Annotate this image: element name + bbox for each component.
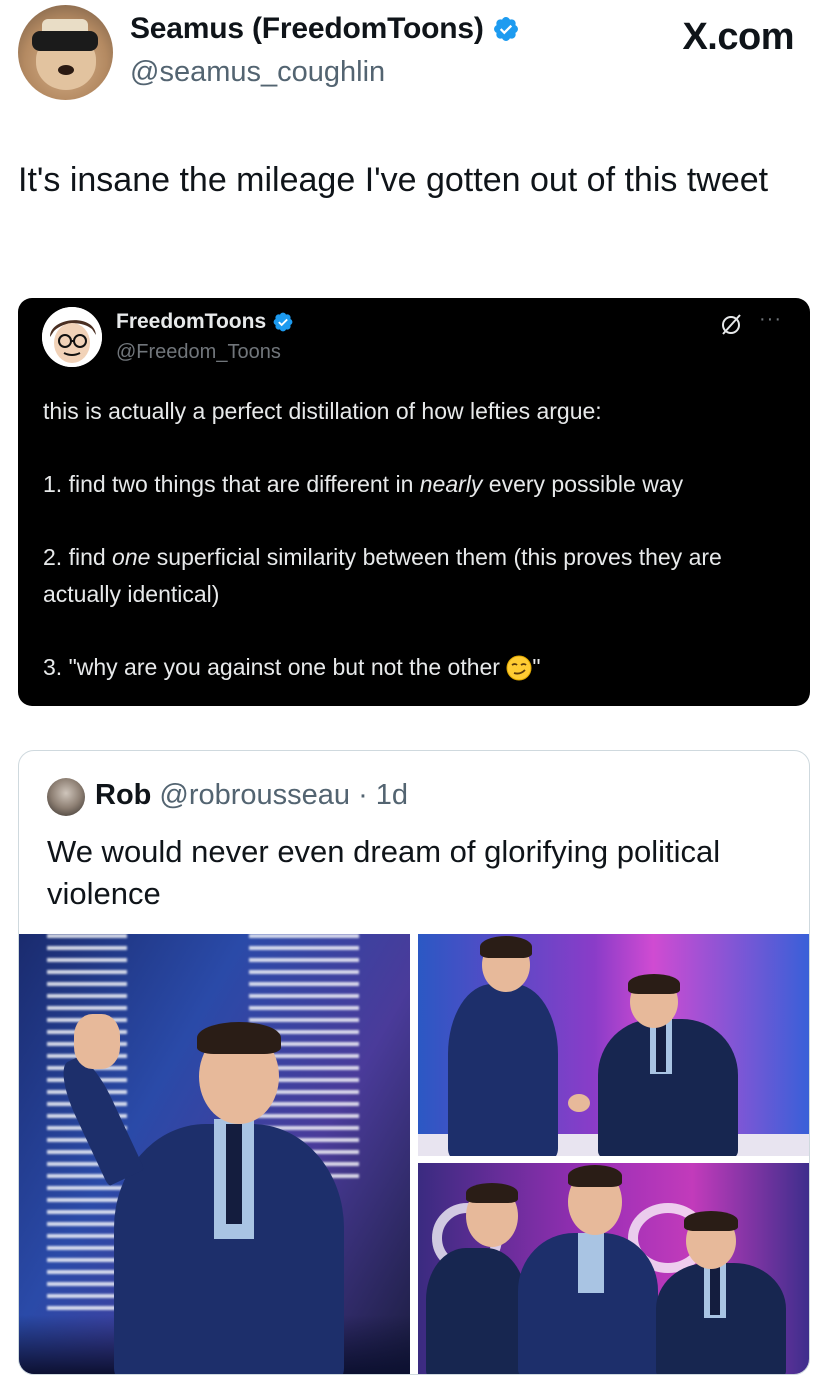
cartoon-avatar	[42, 307, 102, 367]
quoted-tweet-text: We would never even dream of glorifying …	[47, 834, 721, 911]
author-display-name[interactable]: Seamus (FreedomToons)	[130, 12, 520, 46]
handshake-hands	[568, 1094, 590, 1112]
quoted-author-name[interactable]: Rob	[95, 779, 151, 812]
cartoon-face-icon	[42, 307, 102, 367]
screenshot: Seamus (FreedomToons) @seamus_coughlin X…	[0, 0, 827, 1394]
photo-waving-on-stage[interactable]	[19, 934, 410, 1374]
quoted-tweet-header: Rob @robrousseau · 1d	[95, 779, 408, 812]
quoted-author-avatar[interactable]	[47, 778, 85, 816]
verified-badge-icon	[273, 312, 293, 332]
grok-icon[interactable]	[718, 312, 744, 338]
author-name-text: Seamus (FreedomToons)	[130, 12, 484, 45]
more-options-icon[interactable]: ···	[759, 308, 782, 331]
photo-group-on-stage[interactable]	[418, 1163, 809, 1374]
list-item-3: 3. "why are you against one but not the …	[43, 654, 541, 681]
embedded-author-handle[interactable]: @Freedom_Toons	[116, 341, 281, 364]
verified-badge-icon	[493, 17, 518, 41]
embedded-author-name[interactable]: FreedomToons	[116, 310, 294, 334]
author-handle[interactable]: @seamus_coughlin	[130, 56, 385, 89]
dog-nose	[58, 65, 74, 75]
quoted-tweet-card[interactable]: Rob @robrousseau · 1d We would never eve…	[18, 750, 810, 1375]
embedded-tweet-image[interactable]: FreedomToons @Freedom_Toons ··· this is …	[18, 298, 810, 706]
tweet-body: It's insane the mileage I've gotten out …	[18, 161, 769, 199]
list-item-1: 1. find two things that are different in…	[43, 471, 684, 497]
profile-avatar[interactable]	[18, 5, 113, 100]
list-item-2: 2. find one superficial similarity betwe…	[43, 544, 722, 607]
embedded-name-text: FreedomToons	[116, 310, 267, 333]
photo-handshake[interactable]	[418, 934, 809, 1156]
smirking-face-icon	[506, 655, 532, 681]
quoted-author-handle-time[interactable]: @robrousseau · 1d	[159, 779, 408, 812]
intro-line: this is actually a perfect distillation …	[43, 398, 602, 424]
x-logo: X.com	[682, 16, 794, 58]
sunglasses	[32, 19, 98, 51]
embedded-tweet-text: this is actually a perfect distillation …	[43, 393, 793, 706]
